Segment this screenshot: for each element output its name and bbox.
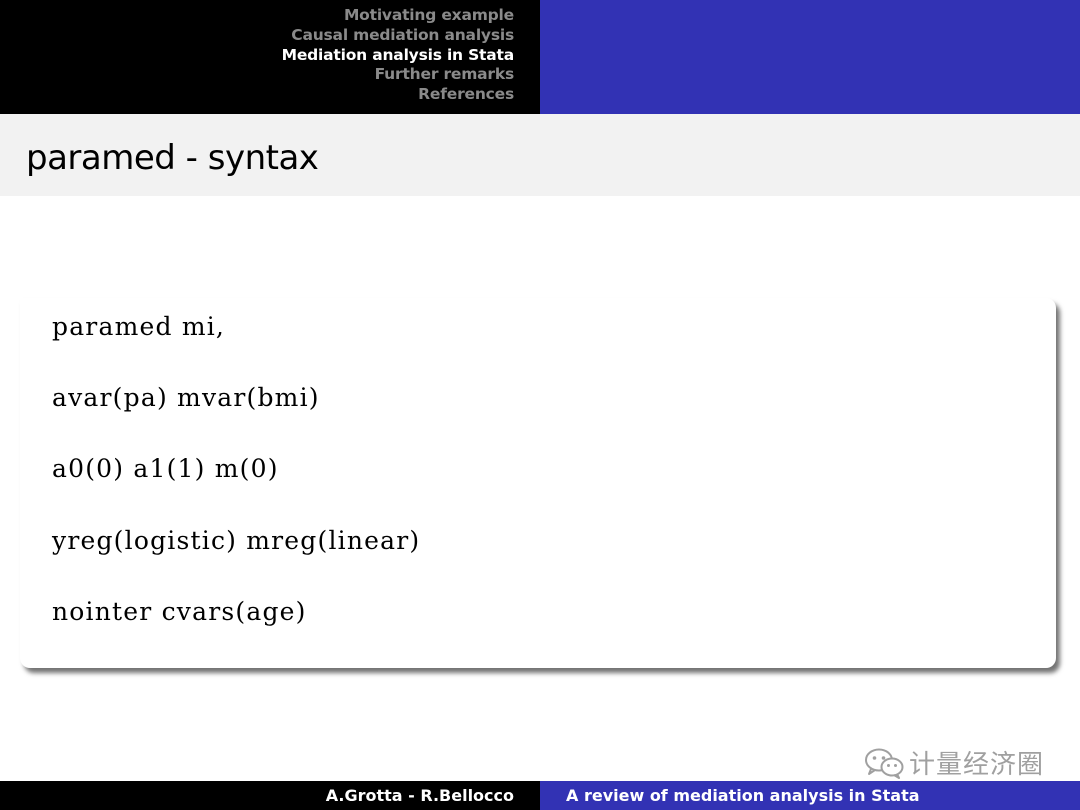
- header-navigation: Motivating example Causal mediation anal…: [0, 0, 1080, 114]
- footer-authors-panel: A.Grotta - R.Bellocco: [0, 781, 540, 810]
- code-line: yreg(logistic) mreg(linear): [52, 526, 421, 555]
- nav-section-motivating-example[interactable]: Motivating example: [282, 6, 514, 26]
- code-line: avar(pa) mvar(bmi): [52, 383, 320, 412]
- nav-section-causal-mediation-analysis[interactable]: Causal mediation analysis: [282, 26, 514, 46]
- nav-section-further-remarks[interactable]: Further remarks: [282, 65, 515, 85]
- frame-title: paramed - syntax: [26, 138, 319, 178]
- footer-talk-title: A review of mediation analysis in Stata: [566, 786, 920, 805]
- subsection-nav-panel: [540, 0, 1080, 114]
- wechat-icon: [864, 748, 904, 779]
- code-line: a0(0) a1(1) m(0): [52, 454, 279, 483]
- watermark-text: 计量经济圈: [908, 750, 1044, 780]
- section-list: Motivating example Causal mediation anal…: [282, 6, 515, 105]
- footer-authors: A.Grotta - R.Bellocco: [325, 786, 514, 805]
- nav-section-references[interactable]: References: [282, 85, 514, 105]
- watermark: 计量经济圈: [863, 744, 1044, 781]
- footer-title-panel: A review of mediation analysis in Stata: [540, 781, 1080, 810]
- section-nav-panel: Motivating example Causal mediation anal…: [0, 0, 540, 114]
- code-line: paramed mi,: [52, 312, 226, 341]
- code-block: paramed mi, avar(pa) mvar(bmi) a0(0) a1(…: [20, 298, 1056, 668]
- nav-section-mediation-analysis-in-stata[interactable]: Mediation analysis in Stata: [282, 46, 515, 66]
- code-line: nointer cvars(age): [52, 597, 307, 626]
